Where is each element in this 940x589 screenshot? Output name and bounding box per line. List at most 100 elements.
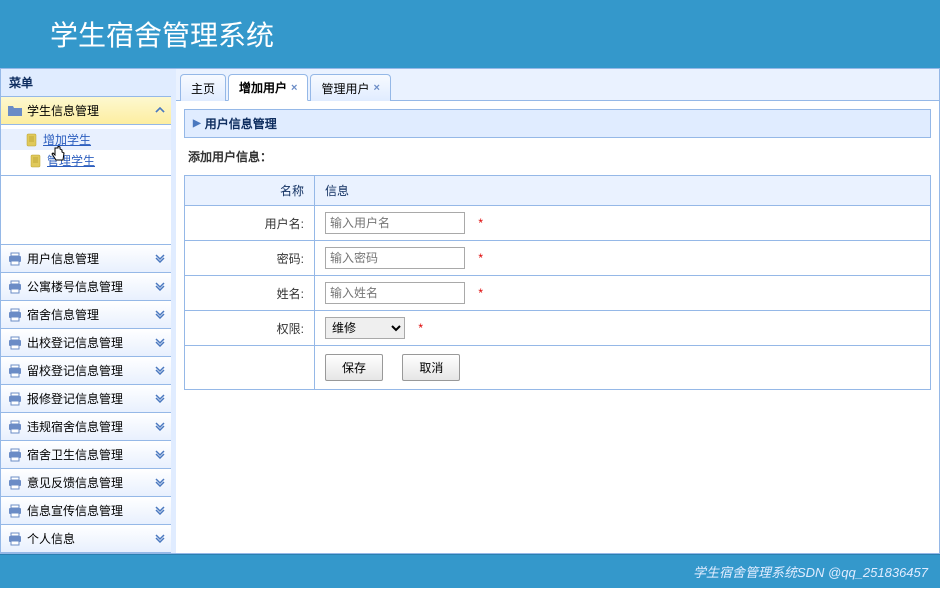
menu-spacer <box>1 176 171 245</box>
menu-group-leave[interactable]: 出校登记信息管理 <box>1 329 171 357</box>
menu-label: 留校登记信息管理 <box>27 362 123 379</box>
close-icon[interactable]: × <box>373 82 379 94</box>
row-realname: 姓名: * <box>185 276 931 311</box>
menu-label: 出校登记信息管理 <box>27 334 123 351</box>
chevron-down-icon <box>155 421 165 431</box>
row-username: 用户名: * <box>185 206 931 241</box>
required-mark: * <box>478 216 483 230</box>
tab-manage-user[interactable]: 管理用户 × <box>310 74 390 101</box>
password-input[interactable] <box>325 247 465 269</box>
menu-item-add-student[interactable]: 增加学生 <box>1 129 171 150</box>
chevron-down-icon <box>155 365 165 375</box>
menu-group-user-info[interactable]: 用户信息管理 <box>1 245 171 273</box>
triangle-icon: ▶ <box>193 118 201 129</box>
tab-label: 增加用户 <box>239 79 287 96</box>
tab-add-user[interactable]: 增加用户 × <box>228 74 308 101</box>
printer-icon <box>7 279 23 295</box>
chevron-down-icon <box>155 533 165 543</box>
document-icon <box>25 133 39 147</box>
printer-icon <box>7 335 23 351</box>
required-mark: * <box>478 251 483 265</box>
menu-label: 个人信息 <box>27 530 75 547</box>
printer-icon <box>7 363 23 379</box>
panel-title: 用户信息管理 <box>205 115 277 132</box>
menu-label: 学生信息管理 <box>27 102 99 119</box>
printer-icon <box>7 391 23 407</box>
chevron-down-icon <box>155 253 165 263</box>
main-layout: 菜单 学生信息管理 增加学生 管理学生 用户信息管理 公寓楼号信息 <box>0 68 940 554</box>
username-input[interactable] <box>325 212 465 234</box>
panel: ▶ 用户信息管理 添加用户信息： 名称 信息 用户名: * <box>184 109 931 390</box>
chevron-down-icon <box>155 309 165 319</box>
menu-label: 意见反馈信息管理 <box>27 474 123 491</box>
required-mark: * <box>418 321 423 335</box>
folder-icon <box>7 103 23 119</box>
label-role: 权限: <box>185 311 315 346</box>
footer: 学生宿舍管理系统SDN @qq_251836457 <box>0 554 940 588</box>
chevron-down-icon <box>155 505 165 515</box>
cancel-button[interactable]: 取消 <box>402 354 460 381</box>
menu-link[interactable]: 增加学生 <box>43 131 91 148</box>
printer-icon <box>7 475 23 491</box>
menu-label: 用户信息管理 <box>27 250 99 267</box>
menu-group-dorm[interactable]: 宿舍信息管理 <box>1 301 171 329</box>
menu-item-manage-student[interactable]: 管理学生 <box>25 150 171 171</box>
role-select[interactable]: 维修 <box>325 317 405 339</box>
content-area: 主页 增加用户 × 管理用户 × ▶ 用户信息管理 添加用户信息： 名称 <box>176 69 939 553</box>
menu-group-building[interactable]: 公寓楼号信息管理 <box>1 273 171 301</box>
footer-text: 学生宿舍管理系统SDN @qq_251836457 <box>693 562 928 581</box>
app-title: 学生宿舍管理系统 <box>50 14 274 54</box>
document-icon <box>29 154 43 168</box>
close-icon[interactable]: × <box>291 82 297 94</box>
chevron-down-icon <box>155 281 165 291</box>
printer-icon <box>7 419 23 435</box>
panel-header[interactable]: ▶ 用户信息管理 <box>184 109 931 138</box>
save-button[interactable]: 保存 <box>325 354 383 381</box>
realname-input[interactable] <box>325 282 465 304</box>
chevron-down-icon <box>155 337 165 347</box>
tab-bar: 主页 增加用户 × 管理用户 × <box>176 69 939 101</box>
row-buttons: 保存 取消 <box>185 346 931 390</box>
form-subtitle: 添加用户信息： <box>184 138 931 175</box>
menu-group-repair[interactable]: 报修登记信息管理 <box>1 385 171 413</box>
label-password: 密码: <box>185 241 315 276</box>
th-name: 名称 <box>185 176 315 206</box>
menu-label: 宿舍卫生信息管理 <box>27 446 123 463</box>
menu-group-student-info[interactable]: 学生信息管理 <box>1 97 171 125</box>
menu-group-stay[interactable]: 留校登记信息管理 <box>1 357 171 385</box>
sidebar: 菜单 学生信息管理 增加学生 管理学生 用户信息管理 公寓楼号信息 <box>1 69 176 553</box>
printer-icon <box>7 503 23 519</box>
printer-icon <box>7 307 23 323</box>
printer-icon <box>7 531 23 547</box>
chevron-down-icon <box>155 393 165 403</box>
menu-label: 报修登记信息管理 <box>27 390 123 407</box>
menu-label: 违规宿舍信息管理 <box>27 418 123 435</box>
menu-label: 信息宣传信息管理 <box>27 502 123 519</box>
menu-group-violation[interactable]: 违规宿舍信息管理 <box>1 413 171 441</box>
sidebar-title: 菜单 <box>1 69 171 97</box>
menu-label: 宿舍信息管理 <box>27 306 99 323</box>
label-realname: 姓名: <box>185 276 315 311</box>
menu-group-body: 增加学生 管理学生 <box>1 125 171 176</box>
required-mark: * <box>478 286 483 300</box>
row-password: 密码: * <box>185 241 931 276</box>
form-table: 名称 信息 用户名: * 密码: <box>184 175 931 390</box>
tab-label: 管理用户 <box>321 80 369 97</box>
menu-group-hygiene[interactable]: 宿舍卫生信息管理 <box>1 441 171 469</box>
chevron-up-icon <box>155 105 165 115</box>
app-header: 学生宿舍管理系统 <box>0 0 940 68</box>
tab-label: 主页 <box>191 80 215 97</box>
menu-link[interactable]: 管理学生 <box>47 152 95 169</box>
menu-group-personal[interactable]: 个人信息 <box>1 525 171 553</box>
printer-icon <box>7 251 23 267</box>
menu-group-announce[interactable]: 信息宣传信息管理 <box>1 497 171 525</box>
menu-label: 公寓楼号信息管理 <box>27 278 123 295</box>
tab-home[interactable]: 主页 <box>180 74 226 101</box>
chevron-down-icon <box>155 449 165 459</box>
label-username: 用户名: <box>185 206 315 241</box>
printer-icon <box>7 447 23 463</box>
row-role: 权限: 维修 * <box>185 311 931 346</box>
menu-group-feedback[interactable]: 意见反馈信息管理 <box>1 469 171 497</box>
chevron-down-icon <box>155 477 165 487</box>
th-info: 信息 <box>315 176 931 206</box>
